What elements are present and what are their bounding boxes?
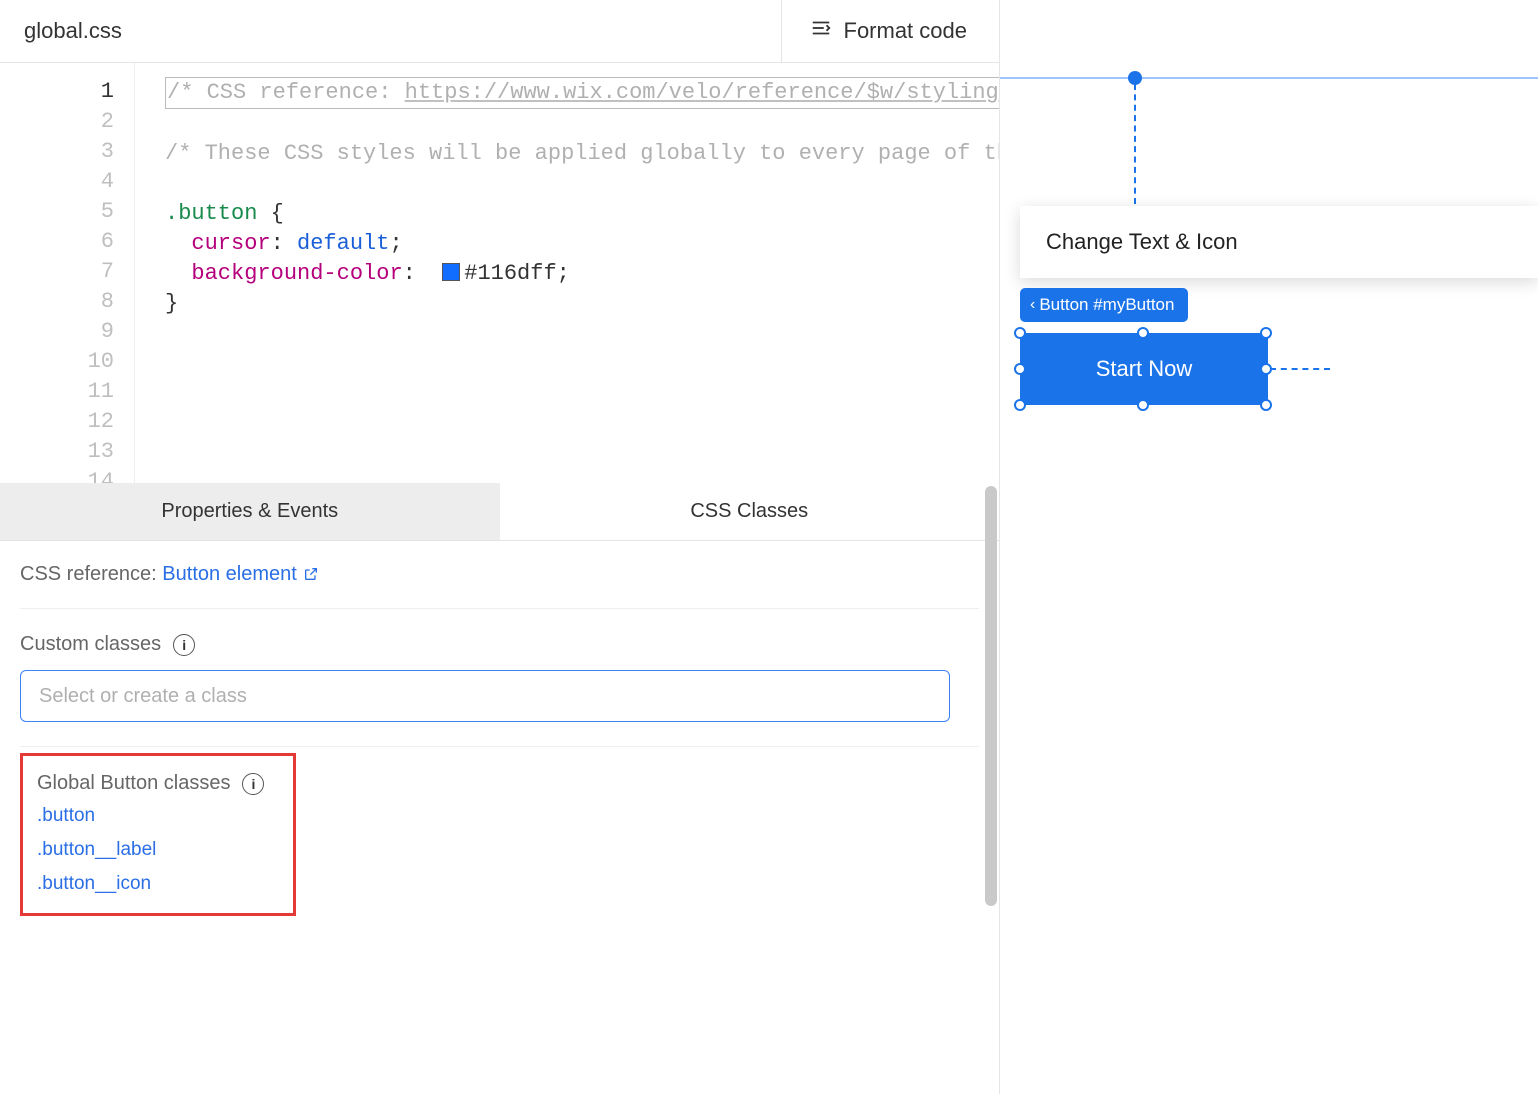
- global-classes-highlight: Global Button classes i .button .button_…: [20, 753, 296, 916]
- css-reference-row: CSS reference: Button element: [20, 563, 979, 609]
- tab-css-classes[interactable]: CSS Classes: [500, 483, 1000, 540]
- resize-handle[interactable]: [1014, 327, 1026, 339]
- cursor-caret: /* CSS reference: https://www.wix.com/ve…: [165, 77, 999, 109]
- global-class-link[interactable]: .button: [37, 805, 279, 827]
- bottom-panel: Properties & Events CSS Classes CSS refe…: [0, 483, 999, 1094]
- global-class-link[interactable]: .button__icon: [37, 873, 279, 895]
- format-icon: [810, 17, 832, 45]
- code-content[interactable]: /* CSS reference: https://www.wix.com/ve…: [135, 63, 999, 483]
- resize-handle[interactable]: [1014, 363, 1026, 375]
- line-gutter: 1 2 3 4 5 6 7 8 9 10 11 12 13 14: [0, 63, 135, 483]
- color-swatch[interactable]: [442, 263, 460, 281]
- ruler: [1000, 77, 1538, 79]
- external-link-icon: [303, 565, 319, 588]
- resize-handle[interactable]: [1014, 399, 1026, 411]
- code-editor[interactable]: 1 2 3 4 5 6 7 8 9 10 11 12 13 14 /* CSS …: [0, 63, 999, 483]
- chevron-left-icon: ‹: [1030, 296, 1035, 314]
- css-reference-link[interactable]: Button element: [162, 563, 319, 585]
- resize-handle[interactable]: [1137, 399, 1149, 411]
- resize-handle[interactable]: [1260, 399, 1272, 411]
- resize-handle[interactable]: [1137, 327, 1149, 339]
- tab-properties-events[interactable]: Properties & Events: [0, 483, 500, 540]
- global-class-link[interactable]: .button__label: [37, 839, 279, 861]
- info-icon[interactable]: i: [242, 773, 264, 795]
- panel-tabs: Properties & Events CSS Classes: [0, 483, 999, 541]
- custom-classes-label: Custom classes i: [20, 633, 979, 656]
- info-icon[interactable]: i: [173, 634, 195, 656]
- resize-handle[interactable]: [1260, 327, 1272, 339]
- selected-button-element[interactable]: Start Now: [1020, 333, 1268, 405]
- editor-topbar: global.css Format code: [0, 0, 999, 63]
- change-text-icon-popup[interactable]: Change Text & Icon: [1020, 206, 1538, 278]
- preview-canvas[interactable]: Change Text & Icon ‹ Button #myButton St…: [1000, 0, 1538, 1094]
- scrollbar-thumb[interactable]: [985, 486, 997, 906]
- alignment-guide-vertical: [1134, 84, 1136, 204]
- alignment-guide-horizontal: [1270, 368, 1330, 370]
- element-breadcrumb[interactable]: ‹ Button #myButton: [1020, 288, 1188, 322]
- format-code-label: Format code: [844, 18, 968, 44]
- format-code-button[interactable]: Format code: [781, 0, 978, 62]
- ruler-handle[interactable]: [1128, 71, 1142, 85]
- global-classes-label: Global Button classes i: [37, 772, 279, 795]
- custom-class-input[interactable]: [20, 670, 950, 722]
- file-title: global.css: [24, 18, 122, 44]
- global-classes-list: .button .button__label .button__icon: [37, 805, 279, 895]
